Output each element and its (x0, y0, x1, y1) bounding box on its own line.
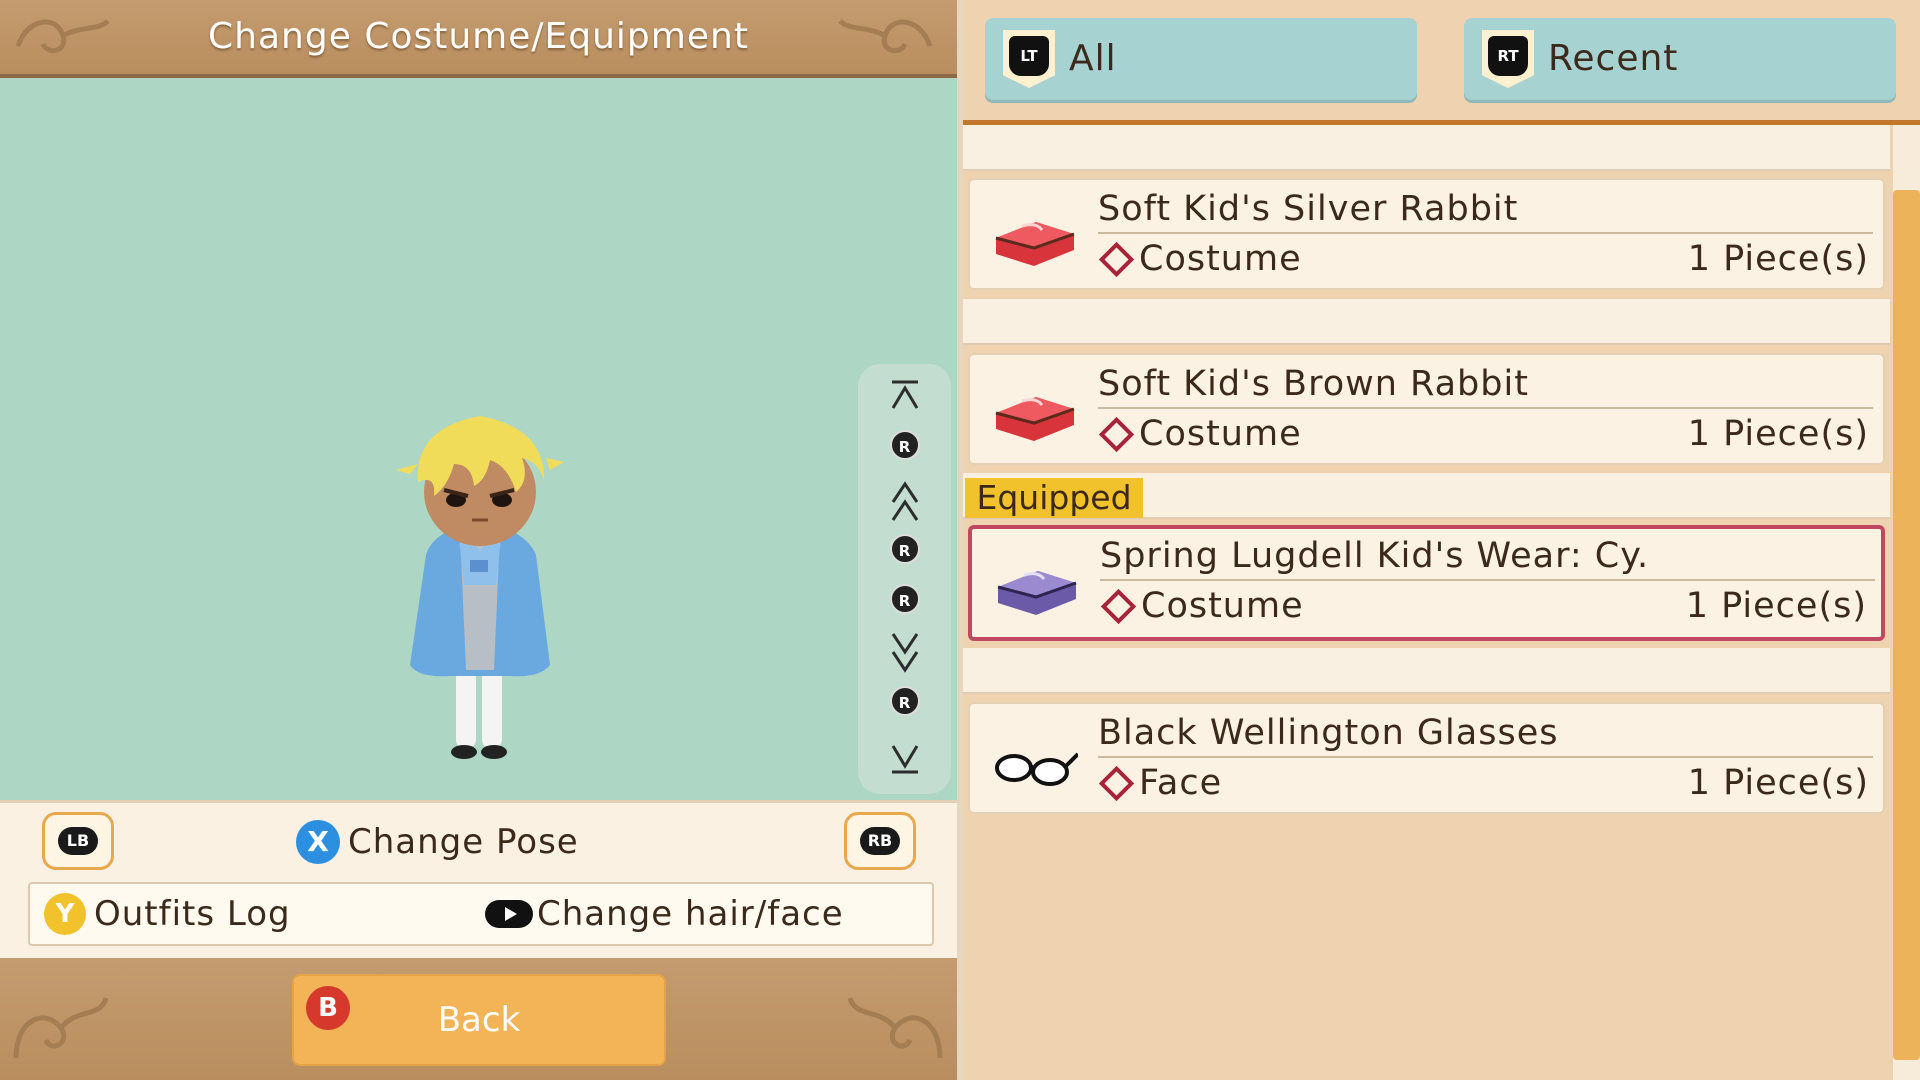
category-diamond-icon (1098, 241, 1135, 277)
camera-rotation-pad: R R R R (858, 364, 951, 794)
tab-all[interactable]: LT All (985, 18, 1417, 100)
category-diamond-icon (1098, 765, 1135, 801)
item-quantity: 1 Piece(s) (1687, 239, 1869, 279)
item-category: Costume (1098, 411, 1302, 457)
glasses-icon (995, 752, 1078, 786)
tab-all-label: All (1069, 38, 1117, 79)
item-category: Costume (1098, 236, 1302, 282)
list-item-equipped[interactable]: Spring Lugdell Kid's Wear: Cy. Costume 1… (968, 525, 1885, 641)
purple-trunk-icon (997, 571, 1077, 615)
character-model[interactable] (390, 400, 570, 770)
change-hair-face-button[interactable]: Change hair/face (485, 889, 844, 939)
lb-button[interactable]: LB (42, 812, 114, 870)
rotate-down-stick-icon[interactable]: R (858, 686, 951, 716)
item-name: Soft Kid's Brown Rabbit (1098, 361, 1873, 409)
item-quantity: 1 Piece(s) (1687, 414, 1869, 454)
log-controls-box: Y Outfits Log Change hair/face (28, 882, 934, 946)
item-name: Spring Lugdell Kid's Wear: Cy. (1100, 533, 1875, 581)
page-title: Change Costume/Equipment (208, 16, 749, 57)
list-item[interactable]: Soft Kid's Brown Rabbit Costume 1 Piece(… (968, 353, 1885, 465)
tab-recent[interactable]: RT Recent (1464, 18, 1896, 100)
item-name: Black Wellington Glasses (1098, 710, 1873, 758)
change-hair-face-label: Change hair/face (537, 894, 844, 934)
list-separator (963, 299, 1890, 345)
character-preview-stage[interactable] (0, 78, 957, 800)
rotate-down-icon[interactable] (858, 630, 951, 678)
scroll-to-top-icon[interactable] (858, 378, 951, 416)
equipped-badge: Equipped (965, 478, 1143, 518)
back-label: Back (437, 1000, 521, 1040)
rotate-up-stick-icon[interactable]: R (858, 430, 951, 460)
red-trunk-icon (995, 222, 1075, 266)
title-bar: Change Costume/Equipment (0, 0, 957, 78)
category-diamond-icon (1098, 416, 1135, 452)
item-list: Soft Kid's Silver Rabbit Costume 1 Piece… (963, 125, 1893, 1080)
outfits-log-button[interactable]: Y Outfits Log (44, 889, 291, 939)
rotate-left-stick-icon[interactable]: R (858, 534, 951, 564)
y-button-icon: Y (44, 893, 86, 935)
category-diamond-icon (1100, 588, 1137, 624)
rotate-up-icon[interactable] (858, 480, 951, 528)
item-quantity: 1 Piece(s) (1685, 586, 1867, 626)
item-name: Soft Kid's Silver Rabbit (1098, 186, 1873, 234)
list-separator (963, 125, 1890, 171)
list-item[interactable]: Black Wellington Glasses Face 1 Piece(s) (968, 702, 1885, 814)
ornament-bottom-right (847, 997, 943, 1059)
outfits-log-label: Outfits Log (94, 894, 291, 934)
right-stick-icon (485, 900, 533, 928)
rb-button[interactable]: RB (844, 812, 916, 870)
item-category: Face (1098, 760, 1222, 806)
preview-panel: Change Costume/Equipment R R R R LB RB X… (0, 0, 957, 1080)
tab-recent-label: Recent (1548, 38, 1679, 79)
back-button[interactable]: B Back (292, 974, 666, 1066)
lt-button-icon: LT (1003, 30, 1055, 88)
change-pose-button[interactable]: X Change Pose (296, 817, 579, 867)
rt-button-icon: RT (1482, 30, 1534, 88)
change-pose-label: Change Pose (348, 822, 579, 862)
red-trunk-icon (995, 397, 1075, 441)
list-separator (963, 648, 1890, 694)
scroll-to-bottom-icon[interactable] (858, 742, 951, 780)
list-item[interactable]: Soft Kid's Silver Rabbit Costume 1 Piece… (968, 178, 1885, 290)
ornament-bottom-left (13, 997, 109, 1059)
x-button-icon: X (296, 820, 340, 864)
item-category: Costume (1100, 583, 1304, 629)
item-quantity: 1 Piece(s) (1687, 763, 1869, 803)
rotate-right-stick-icon[interactable]: R (858, 584, 951, 614)
scrollbar-thumb[interactable] (1893, 190, 1920, 1060)
